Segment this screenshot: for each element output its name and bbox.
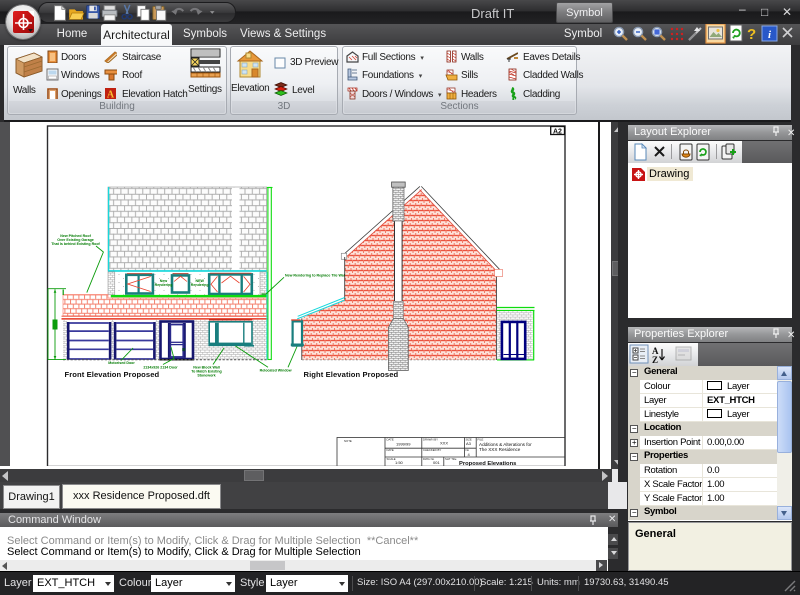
svg-text:2134x926 2134 Door: 2134x926 2134 Door [143, 366, 178, 370]
svg-text:SHT Title: SHT Title [445, 457, 457, 461]
svg-text:NOTE: NOTE [344, 439, 352, 443]
svg-text:Relocated Window: Relocated Window [260, 368, 292, 372]
svg-text:CHECKED BY: CHECKED BY [423, 448, 441, 452]
svg-text:DATE: DATE [387, 438, 394, 442]
svg-text:1:50: 1:50 [395, 460, 404, 465]
svg-text:Front Elevation Proposed: Front Elevation Proposed [65, 370, 160, 379]
svg-text:A2: A2 [553, 128, 562, 135]
svg-text:XXX: XXX [440, 441, 448, 446]
svg-text:1999/99: 1999/99 [396, 442, 411, 447]
svg-text:FILE: FILE [478, 438, 484, 442]
svg-text:A: A [107, 90, 115, 101]
svg-text:A3: A3 [466, 441, 472, 446]
svg-text:Z: Z [652, 355, 658, 365]
svg-text:Right Elevation Proposed: Right Elevation Proposed [304, 370, 399, 379]
svg-text:DRAWN BY: DRAWN BY [423, 438, 438, 442]
svg-text:001: 001 [433, 460, 440, 465]
svg-text:Rendering: Rendering [191, 283, 209, 287]
svg-text:New Rendering to Replace Tile: New Rendering to Replace Tile Wall [285, 273, 346, 277]
svg-text:Rendering: Rendering [155, 283, 173, 287]
svg-text:That Is behind Existing Roof: That Is behind Existing Roof [51, 242, 100, 246]
svg-text:Motorised Door: Motorised Door [108, 361, 135, 365]
svg-text:DATE: DATE [387, 448, 394, 452]
svg-text:The XXX Residence: The XXX Residence [479, 447, 521, 452]
svg-text:Stonework: Stonework [197, 373, 215, 377]
svg-text:?: ? [747, 26, 756, 43]
